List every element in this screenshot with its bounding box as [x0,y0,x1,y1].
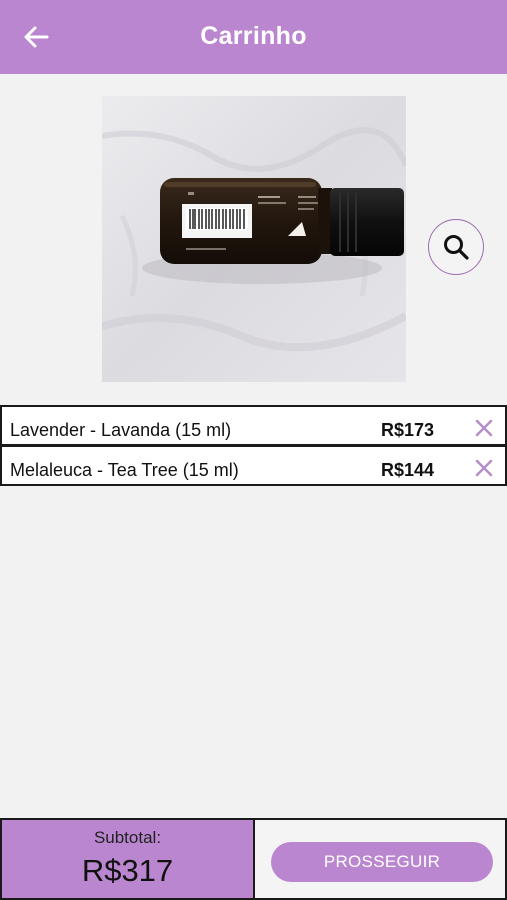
subtotal-label: Subtotal: [93,828,162,847]
item-price: R$144 [381,460,435,480]
remove-item-button[interactable] [473,417,495,439]
subtotal-panel: Subtotal: R$317 [0,818,255,900]
close-icon [475,459,493,477]
action-panel: PROSSEGUIR [253,818,507,900]
cart-item: Melaleuca - Tea Tree (15 ml) R$144 [0,445,507,486]
search-icon [444,235,469,260]
item-price: R$173 [381,420,435,440]
app-bar: Carrinho [0,0,507,74]
zoom-button[interactable] [428,219,484,275]
checkout-footer: Subtotal: R$317 PROSSEGUIR [0,818,507,900]
close-icon [475,419,493,437]
cart-item: Lavender - Lavanda (15 ml) R$173 [0,405,507,446]
proceed-button[interactable]: PROSSEGUIR [271,842,493,882]
remove-item-button[interactable] [473,457,495,479]
cart-list: Lavender - Lavanda (15 ml) R$173 Melaleu… [0,405,507,486]
subtotal-value: R$317 [81,853,174,888]
item-name: Lavender - Lavanda (15 ml) [10,420,232,440]
page-title: Carrinho [200,22,307,50]
product-photo [102,96,406,382]
item-name: Melaleuca - Tea Tree (15 ml) [10,460,239,480]
